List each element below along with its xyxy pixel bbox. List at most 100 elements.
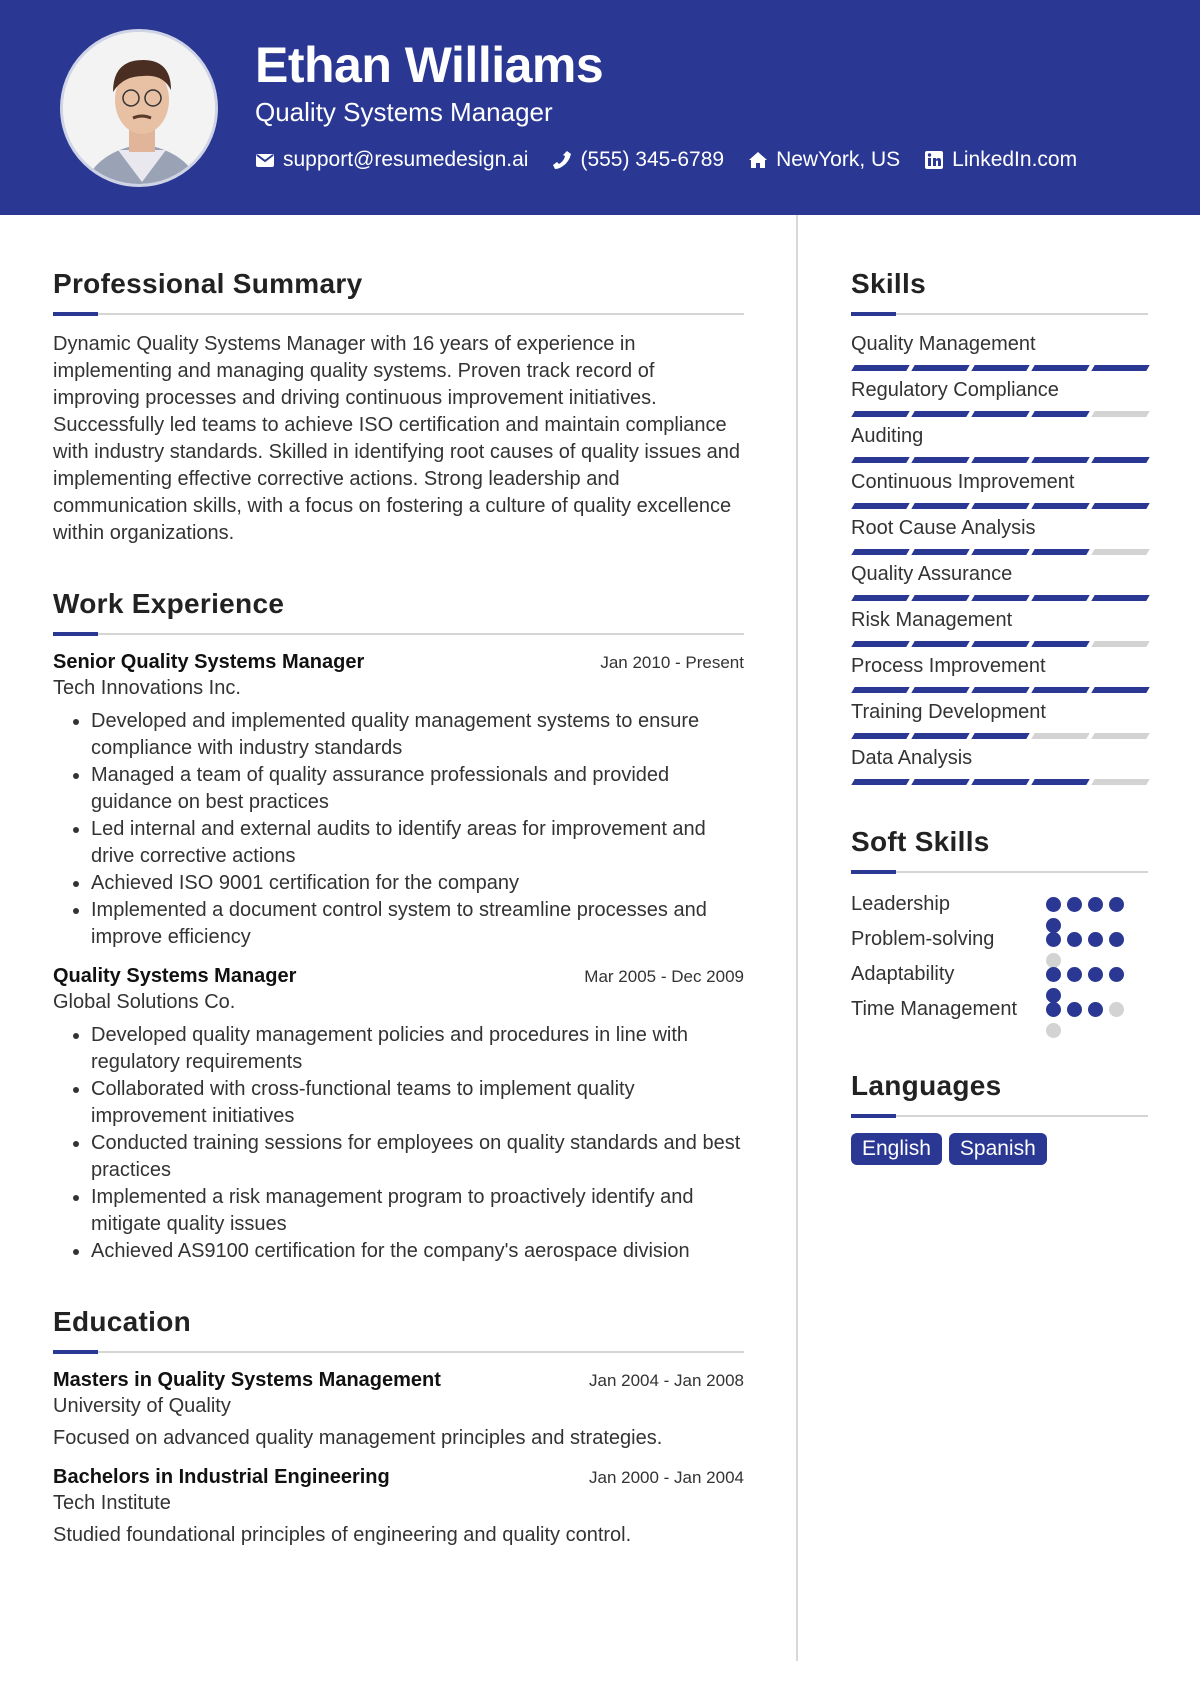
skill-level-segment <box>1031 365 1090 371</box>
skill-level-segment <box>911 779 970 785</box>
contact-list: support@resumedesign.ai (555) 345-6789 N… <box>255 148 1077 172</box>
soft-skill-name: Leadership <box>851 893 950 915</box>
skill-level-bar <box>851 411 1150 417</box>
soft-skill-item: Leadership <box>851 889 1148 933</box>
rating-dot <box>1046 1002 1061 1017</box>
job-bullet: Managed a team of quality assurance prof… <box>91 762 744 816</box>
job-date: Mar 2005 - Dec 2009 <box>584 967 744 986</box>
job-header: Senior Quality Systems Manager Jan 2010 -… <box>53 651 744 674</box>
rating-dot <box>1046 1023 1061 1038</box>
section-title: Education <box>53 1306 192 1337</box>
avatar-icon <box>63 32 215 184</box>
skill-level-segment <box>971 457 1030 463</box>
skill-level-segment <box>851 779 910 785</box>
soft-skill-name: Problem-solving <box>851 928 995 950</box>
contact-location-text: NewYork, US <box>776 148 901 171</box>
rating-dot <box>1046 967 1061 982</box>
contact-phone-text: (555) 345-6789 <box>580 148 725 171</box>
skill-level-segment <box>1031 687 1090 693</box>
soft-skill-item: Time Management <box>851 994 1148 1038</box>
skill-list: Quality Management Regulatory Compliance A… <box>851 331 1150 785</box>
soft-skill-name: Adaptability <box>851 963 955 985</box>
home-icon <box>749 152 768 168</box>
skill-level-segment <box>911 365 970 371</box>
rating-dot <box>1088 932 1103 947</box>
skill-level-segment <box>851 411 910 417</box>
soft-skills-section: Soft Skills Leadership Problem-solving Ada… <box>851 823 1148 1038</box>
skill-level-segment <box>911 595 970 601</box>
education-entry: Bachelors in Industrial Engineering Jan 2… <box>53 1466 744 1547</box>
skill-level-segment <box>851 733 910 739</box>
job-role: Quality Systems Manager <box>53 965 297 987</box>
education-header: Masters in Quality Systems Management Jan… <box>53 1369 744 1392</box>
job-bullet: Implemented a document control system to… <box>91 897 744 951</box>
language-list: English Spanish <box>851 1133 1148 1165</box>
education-degree: Bachelors in Industrial Engineering <box>53 1466 390 1488</box>
job-bullet: Developed and implemented quality manage… <box>91 708 744 762</box>
skill-level-segment <box>1031 457 1090 463</box>
rating-dot <box>1109 932 1124 947</box>
skill-level-segment <box>911 641 970 647</box>
skill-level-bar <box>851 779 1150 785</box>
soft-skill-name: Time Management <box>851 998 1017 1020</box>
job-header: Quality Systems Manager Mar 2005 - Dec 20… <box>53 965 744 988</box>
soft-skill-rating <box>1046 889 1136 933</box>
skill-level-segment <box>971 365 1030 371</box>
skill-level-segment <box>851 595 910 601</box>
skill-name: Auditing <box>851 425 924 447</box>
job-bullet: Led internal and external audits to iden… <box>91 816 744 870</box>
contact-email[interactable]: support@resumedesign.ai <box>255 148 528 172</box>
skill-level-segment <box>851 365 910 371</box>
job-bullets: Developed and implemented quality manage… <box>53 708 744 951</box>
education-section: Education Masters in Quality Systems Man… <box>53 1303 744 1547</box>
job-entry: Quality Systems Manager Mar 2005 - Dec 20… <box>53 965 744 1265</box>
summary-section: Professional Summary Dynamic Quality Sys… <box>53 265 744 547</box>
skill-level-segment <box>851 549 910 555</box>
column-divider <box>796 215 798 1661</box>
education-list: Masters in Quality Systems Management Jan… <box>53 1369 744 1547</box>
job-bullets: Developed quality management policies an… <box>53 1022 744 1265</box>
skill-level-segment <box>1031 595 1090 601</box>
rating-dot <box>1046 897 1061 912</box>
rating-dot <box>1109 897 1124 912</box>
skill-level-segment <box>971 549 1030 555</box>
skill-item: Quality Assurance <box>851 561 1150 601</box>
skill-level-bar <box>851 549 1150 555</box>
phone-icon <box>553 151 572 169</box>
education-header: Bachelors in Industrial Engineering Jan 2… <box>53 1466 744 1489</box>
skill-item: Data Analysis <box>851 745 1150 785</box>
contact-linkedin[interactable]: LinkedIn.com <box>924 148 1077 172</box>
rating-dot <box>1046 932 1061 947</box>
rating-dot <box>1067 1002 1082 1017</box>
skill-level-segment <box>971 641 1030 647</box>
rating-dot <box>1067 967 1082 982</box>
skill-level-segment <box>911 457 970 463</box>
summary-text: Dynamic Quality Systems Manager with 16 … <box>53 333 741 544</box>
skill-item: Auditing <box>851 423 1150 463</box>
skill-item: Training Development <box>851 699 1150 739</box>
skill-name: Quality Assurance <box>851 563 1013 585</box>
language-badge: English <box>851 1133 942 1165</box>
soft-skill-rating <box>1046 959 1136 1003</box>
rating-dot <box>1067 932 1082 947</box>
skill-level-segment <box>971 687 1030 693</box>
skill-level-segment <box>1091 503 1150 509</box>
skill-name: Data Analysis <box>851 747 973 769</box>
skill-name: Process Improvement <box>851 655 1046 677</box>
skill-level-segment <box>851 641 910 647</box>
contact-phone[interactable]: (555) 345-6789 <box>552 148 724 172</box>
skill-level-segment <box>1091 549 1150 555</box>
resume-header: Ethan Williams Quality Systems Manager s… <box>0 0 1200 215</box>
soft-skill-item: Adaptability <box>851 959 1148 1003</box>
experience-section: Work Experience Senior Quality Systems M… <box>53 585 744 1265</box>
soft-skill-rating <box>1046 924 1136 968</box>
rating-dot <box>1067 897 1082 912</box>
soft-skill-item: Problem-solving <box>851 924 1148 968</box>
skill-item: Process Improvement <box>851 653 1150 693</box>
language-badge: Spanish <box>948 1133 1047 1165</box>
section-rule <box>53 1350 744 1354</box>
skill-name: Training Development <box>851 701 1046 723</box>
skill-level-segment <box>971 733 1030 739</box>
skill-level-bar <box>851 365 1150 371</box>
linkedin-icon <box>925 151 944 169</box>
